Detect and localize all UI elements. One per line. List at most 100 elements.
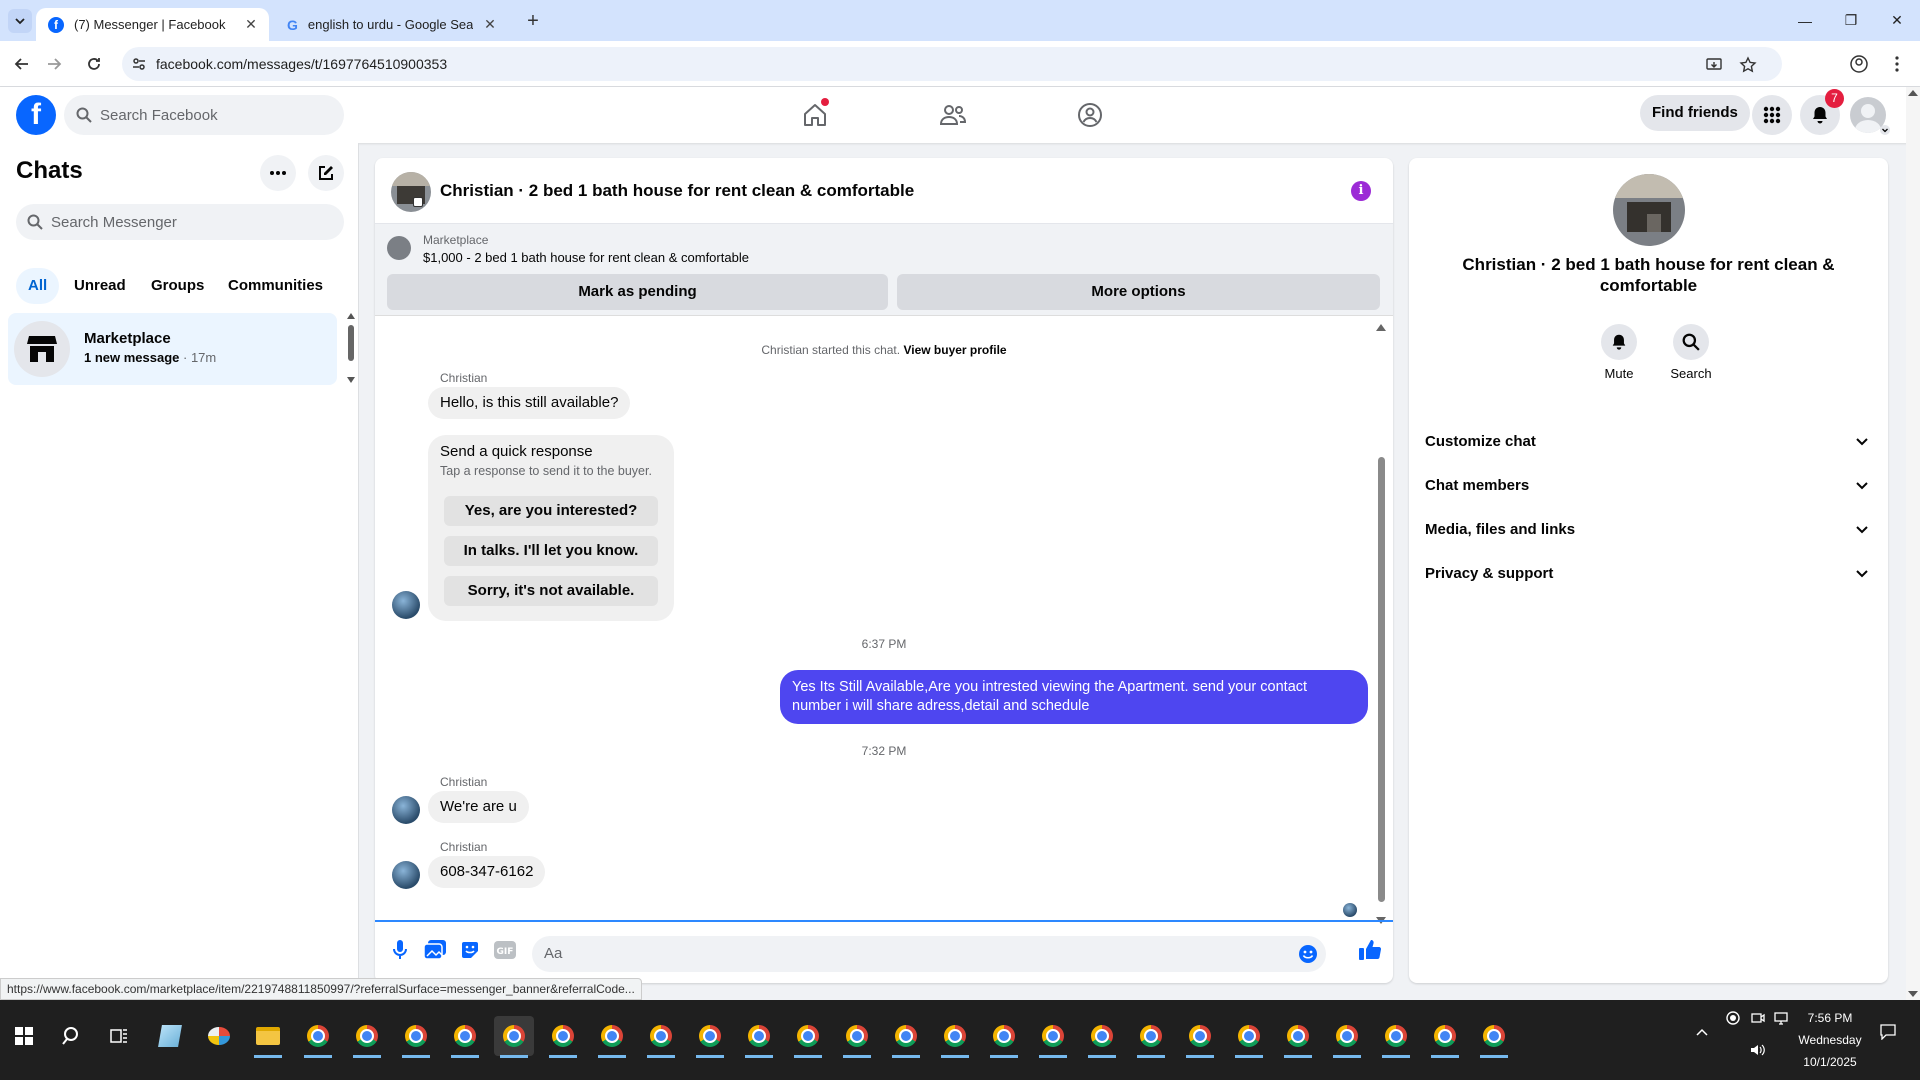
photo-icon[interactable] (423, 938, 447, 962)
task-view-button[interactable] (99, 1016, 139, 1056)
taskbar-app-chrome[interactable] (935, 1016, 975, 1058)
taskbar-app-chrome[interactable] (347, 1016, 387, 1058)
start-button[interactable] (4, 1016, 44, 1056)
taskbar-app-chrome[interactable] (788, 1016, 828, 1058)
taskbar-app-chrome[interactable] (298, 1016, 338, 1058)
conversation-title[interactable]: Christian · 2 bed 1 bath house for rent … (440, 181, 914, 201)
back-button[interactable] (8, 50, 36, 78)
gif-icon[interactable]: GIF (493, 938, 517, 962)
sender-avatar[interactable] (392, 591, 420, 619)
sender-avatar[interactable] (392, 861, 420, 889)
forward-button[interactable] (40, 50, 68, 78)
more-options-button[interactable]: More options (897, 274, 1380, 310)
conversation-avatar[interactable] (391, 172, 431, 212)
site-settings-icon[interactable] (131, 56, 147, 72)
mark-as-pending-button[interactable]: Mark as pending (387, 274, 888, 310)
quick-reply-button[interactable]: In talks. I'll let you know. (444, 536, 658, 566)
taskbar-app-chrome[interactable] (1082, 1016, 1122, 1058)
taskbar-app-chrome[interactable] (641, 1016, 681, 1058)
taskbar-app-chrome[interactable] (1474, 1016, 1514, 1058)
taskbar-search-button[interactable] (52, 1016, 92, 1056)
new-tab-button[interactable]: + (521, 9, 545, 33)
install-app-icon[interactable] (1704, 55, 1724, 75)
emoji-icon[interactable] (1298, 944, 1318, 964)
sticker-icon[interactable] (458, 938, 482, 962)
filter-all[interactable]: All (16, 268, 60, 304)
quick-reply-button[interactable]: Yes, are you interested? (444, 496, 658, 526)
mute-button[interactable]: Mute (1589, 324, 1649, 381)
thread-scrollbar[interactable] (1375, 324, 1387, 924)
filter-groups[interactable]: Groups (139, 268, 216, 304)
close-tab-icon[interactable]: ✕ (482, 16, 498, 32)
home-nav-button[interactable] (795, 95, 835, 135)
close-tab-icon[interactable]: ✕ (243, 16, 259, 32)
microphone-icon[interactable] (388, 938, 412, 962)
tab-messenger[interactable]: f (7) Messenger | Facebook ✕ (36, 8, 269, 41)
tab-google-search[interactable]: G english to urdu - Google Search ✕ (275, 8, 508, 41)
privacy-support-section[interactable]: Privacy & support (1425, 552, 1872, 596)
network-icon[interactable] (1771, 1000, 1791, 1036)
chat-list-scrollbar[interactable] (347, 313, 355, 383)
quick-reply-button[interactable]: Sorry, it's not available. (444, 576, 658, 606)
marketplace-banner[interactable]: Marketplace $1,000 - 2 bed 1 bath house … (375, 224, 1393, 316)
taskbar-app-chrome[interactable] (837, 1016, 877, 1058)
friends-nav-button[interactable] (933, 95, 973, 135)
facebook-search-input[interactable]: Search Facebook (64, 95, 344, 135)
reload-button[interactable] (80, 50, 108, 78)
media-files-links-section[interactable]: Media, files and links (1425, 508, 1872, 552)
taskbar-app-notepad[interactable] (150, 1016, 190, 1056)
show-hidden-icons-button[interactable] (1690, 1020, 1714, 1044)
clock-time[interactable]: 7:56 PM (1790, 1011, 1870, 1025)
facebook-logo[interactable]: f (16, 95, 56, 135)
taskbar-app-chrome[interactable] (1131, 1016, 1171, 1058)
restore-button[interactable]: ❐ (1828, 0, 1874, 41)
chat-members-section[interactable]: Chat members (1425, 464, 1872, 508)
taskbar-app-chrome[interactable] (1180, 1016, 1220, 1058)
filter-unread[interactable]: Unread (62, 268, 138, 304)
tab-search-button[interactable] (8, 9, 32, 33)
taskbar-app-chrome[interactable] (445, 1016, 485, 1058)
taskbar-app-chrome[interactable] (1327, 1016, 1367, 1058)
conversation-item-marketplace[interactable]: Marketplace 1 new message · 17m (8, 313, 337, 385)
account-button[interactable] (1848, 95, 1890, 135)
info-icon[interactable]: i (1351, 181, 1371, 201)
taskbar-app-chrome[interactable] (1425, 1016, 1465, 1058)
taskbar-app-chrome[interactable] (592, 1016, 632, 1058)
taskbar-app-chrome[interactable] (690, 1016, 730, 1058)
record-icon[interactable] (1723, 1000, 1743, 1036)
profile-icon[interactable] (1845, 50, 1873, 78)
taskbar-app-chrome[interactable] (494, 1016, 534, 1058)
taskbar-app-paint[interactable] (199, 1016, 239, 1056)
groups-nav-button[interactable] (1070, 95, 1110, 135)
page-scrollbar[interactable] (1906, 87, 1920, 1000)
find-friends-button[interactable]: Find friends (1640, 95, 1750, 131)
search-conversation-button[interactable]: Search (1661, 324, 1721, 381)
volume-icon[interactable] (1746, 1036, 1770, 1064)
message-input[interactable]: Aa (532, 936, 1326, 972)
taskbar-app-chrome[interactable] (1376, 1016, 1416, 1058)
menu-grid-button[interactable] (1752, 95, 1792, 135)
notification-center-icon[interactable] (1876, 1020, 1900, 1044)
taskbar-app-chrome[interactable] (1229, 1016, 1269, 1058)
messenger-search-input[interactable]: Search Messenger (16, 204, 344, 240)
address-bar[interactable]: facebook.com/messages/t/1697764510900353 (122, 47, 1782, 81)
taskbar-app-chrome[interactable] (543, 1016, 583, 1058)
taskbar-app-file-explorer[interactable] (248, 1016, 288, 1058)
new-message-button[interactable] (308, 155, 344, 191)
customize-chat-section[interactable]: Customize chat (1425, 420, 1872, 464)
taskbar-app-chrome[interactable] (1033, 1016, 1073, 1058)
taskbar-app-chrome[interactable] (886, 1016, 926, 1058)
meet-now-icon[interactable] (1748, 1000, 1768, 1036)
taskbar-app-chrome[interactable] (739, 1016, 779, 1058)
view-buyer-profile-link[interactable]: View buyer profile (903, 343, 1006, 357)
taskbar-app-chrome[interactable] (396, 1016, 436, 1058)
taskbar-app-chrome[interactable] (1278, 1016, 1318, 1058)
sender-avatar[interactable] (392, 796, 420, 824)
filter-communities[interactable]: Communities (216, 268, 335, 304)
close-window-button[interactable]: ✕ (1874, 0, 1920, 41)
bookmark-star-icon[interactable] (1738, 55, 1758, 75)
thumbs-up-icon[interactable] (1358, 938, 1382, 962)
taskbar-app-chrome[interactable] (984, 1016, 1024, 1058)
minimize-button[interactable]: — (1782, 0, 1828, 41)
notifications-button[interactable]: 7 (1800, 89, 1844, 135)
